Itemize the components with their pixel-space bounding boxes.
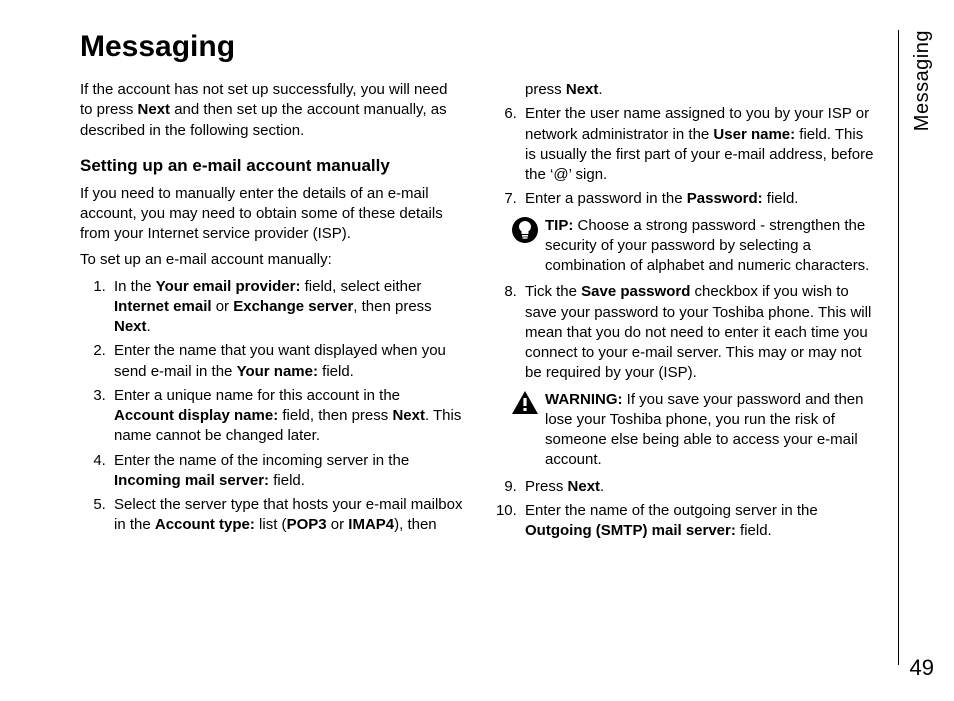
text: Enter a unique name for this account in … [114, 387, 400, 404]
section-heading: Setting up an e-mail account manually [80, 155, 463, 178]
text: . [147, 318, 151, 335]
bold-next: Next [138, 101, 171, 118]
bold: Your email provider: [156, 278, 301, 295]
text: or [212, 298, 234, 315]
tip-callout: TIP: Choose a strong password - strength… [511, 216, 874, 277]
step-2: Enter the name that you want displayed w… [110, 341, 463, 382]
manual-page: Messaging 49 Messaging If the account ha… [0, 0, 954, 701]
step-4: Enter the name of the incoming server in… [110, 451, 463, 492]
text: Enter a password in the [525, 190, 687, 207]
bold: Incoming mail server: [114, 472, 269, 489]
text: list ( [255, 516, 287, 533]
side-tab-label: Messaging [911, 30, 934, 131]
bold: POP3 [287, 516, 327, 533]
bold: Next [114, 318, 147, 335]
text: Tick the [525, 283, 581, 300]
bold: Outgoing (SMTP) mail server: [525, 522, 736, 539]
step-9: Press Next. [521, 477, 874, 497]
step-8: Tick the Save password checkbox if you w… [521, 282, 874, 383]
step-7: Enter a password in the Password: field. [521, 189, 874, 209]
text: field. [318, 363, 354, 380]
bold: Internet email [114, 298, 212, 315]
text: field. [269, 472, 305, 489]
section-lead: To set up an e-mail account manually: [80, 250, 463, 270]
warning-icon [511, 390, 539, 422]
warning-label: WARNING: [545, 391, 623, 408]
page-title: Messaging [80, 30, 874, 64]
text: Choose a strong password - strengthen th… [545, 217, 869, 275]
text: . [600, 478, 604, 495]
bold: Next [568, 478, 601, 495]
bold: Your name: [237, 363, 318, 380]
tip-label: TIP: [545, 217, 573, 234]
text: field, select either [300, 278, 421, 295]
step-6: Enter the user name assigned to you by y… [521, 104, 874, 185]
text: field, then press [278, 407, 392, 424]
step-3: Enter a unique name for this account in … [110, 386, 463, 447]
warning-text: WARNING: If you save your password and t… [545, 390, 874, 471]
tip-text: TIP: Choose a strong password - strength… [545, 216, 874, 277]
body-columns: If the account has not set up successful… [80, 80, 874, 541]
text: . [598, 81, 602, 98]
bold: IMAP4 [348, 516, 394, 533]
warning-callout: WARNING: If you save your password and t… [511, 390, 874, 471]
page-number: 49 [910, 655, 934, 681]
steps-list-3: Press Next. Enter the name of the outgoi… [491, 477, 874, 542]
text: or [327, 516, 349, 533]
section-intro: If you need to manually enter the detail… [80, 184, 463, 245]
text: Press [525, 478, 568, 495]
bold: Account type: [155, 516, 255, 533]
text: Enter the name of the incoming server in… [114, 452, 409, 469]
text: In the [114, 278, 156, 295]
bold: User name: [713, 126, 795, 143]
bold: Exchange server [233, 298, 353, 315]
steps-list-2: Tick the Save password checkbox if you w… [491, 282, 874, 383]
intro-paragraph: If the account has not set up successful… [80, 80, 463, 141]
text: field. [763, 190, 799, 207]
text: field. [736, 522, 772, 539]
bold: Next [566, 81, 599, 98]
bold: Next [392, 407, 425, 424]
side-rule [898, 30, 899, 665]
text: , then press [353, 298, 431, 315]
text: Enter the name of the outgoing server in… [525, 502, 818, 519]
step-1: In the Your email provider: field, selec… [110, 277, 463, 338]
step-10: Enter the name of the outgoing server in… [521, 501, 874, 542]
bold: Account display name: [114, 407, 278, 424]
lightbulb-icon [511, 216, 539, 250]
bold: Password: [687, 190, 763, 207]
bold: Save password [581, 283, 690, 300]
